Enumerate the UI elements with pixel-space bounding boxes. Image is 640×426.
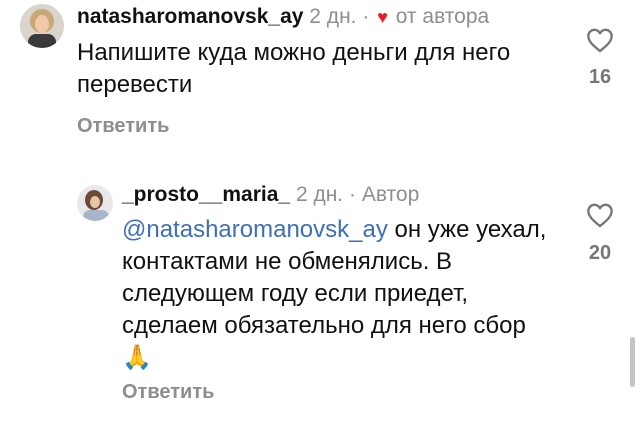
comment-text: @natasharomanovsk_ay он уже уехал, конта… bbox=[122, 214, 552, 374]
comment-time: 2 дн. bbox=[295, 183, 344, 206]
avatar[interactable] bbox=[77, 185, 113, 221]
comments-screen: natasharomanovsk_ay 2 дн. · ♥ от автора … bbox=[0, 0, 640, 426]
reply-button[interactable]: Ответить bbox=[122, 381, 214, 404]
heart-outline-icon[interactable] bbox=[586, 27, 614, 53]
comment-time: 2 дн. bbox=[309, 5, 357, 28]
author-badge: от автора bbox=[395, 5, 490, 28]
comment-header: _prosto__maria_ 2 дн. · Автор bbox=[122, 182, 419, 208]
reply-button[interactable]: Ответить bbox=[77, 115, 169, 138]
like-count: 20 bbox=[588, 242, 612, 264]
comment-text: Напишите куда можно деньги для него пере… bbox=[77, 39, 511, 98]
mention-link[interactable]: @natasharomanovsk_ay bbox=[122, 216, 388, 243]
scrollbar[interactable] bbox=[630, 337, 635, 387]
comment-header: natasharomanovsk_ay 2 дн. · ♥ от автора bbox=[77, 4, 489, 30]
avatar[interactable] bbox=[20, 4, 64, 48]
author-badge: Автор bbox=[361, 183, 420, 206]
heart-icon: ♥ bbox=[377, 7, 388, 27]
heart-outline-icon[interactable] bbox=[586, 202, 614, 228]
like-count: 16 bbox=[588, 66, 612, 88]
username[interactable]: _prosto__maria_ bbox=[122, 183, 290, 206]
username[interactable]: natasharomanovsk_ay bbox=[77, 5, 303, 28]
separator: · bbox=[348, 183, 356, 206]
separator: · bbox=[362, 5, 370, 28]
pray-emoji-icon: 🙏 bbox=[122, 344, 152, 371]
